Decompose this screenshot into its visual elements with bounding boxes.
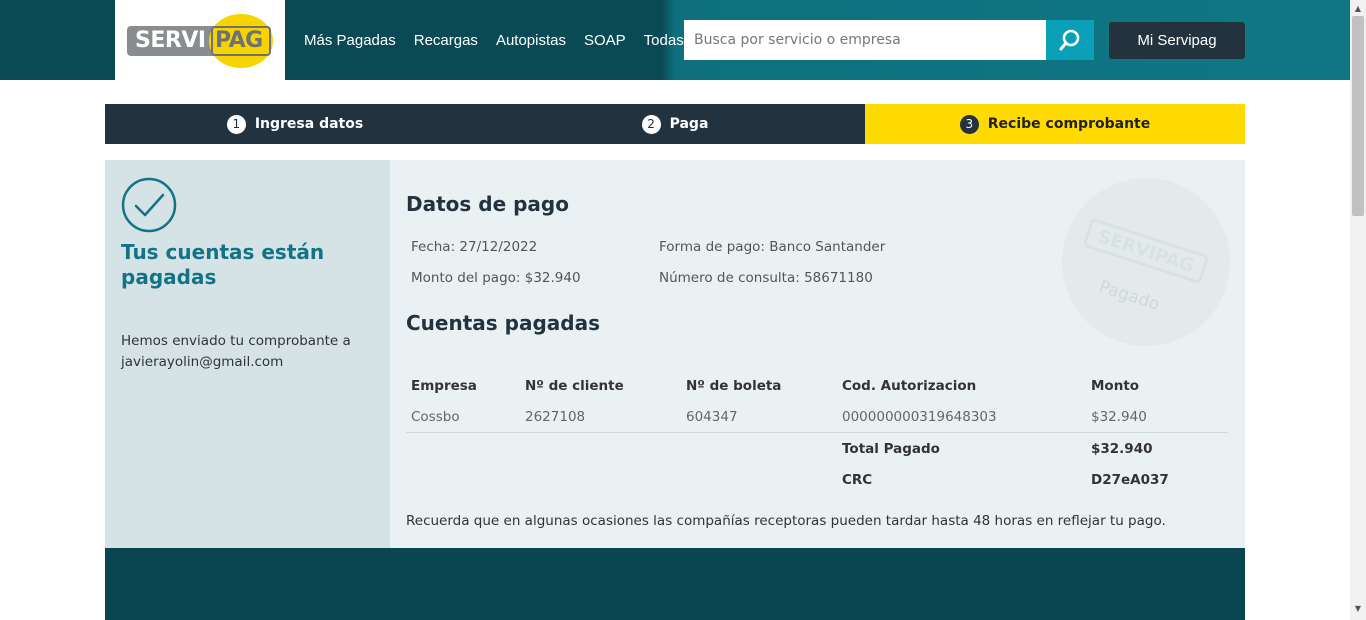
site-footer [105,548,1245,620]
scroll-up-arrow-icon[interactable]: ▲ [1350,0,1366,16]
nav-todas[interactable]: Todas [644,32,684,49]
sent-text: Hemos enviado tu comprobante a [121,333,351,349]
paid-accounts-title: Cuentas pagadas [406,311,600,335]
nav-recargas[interactable]: Recargas [414,32,478,49]
nav-soap[interactable]: SOAP [584,32,626,49]
nav-autopistas[interactable]: Autopistas [496,32,566,49]
cell-autorizacion: 000000000319648303 [842,409,997,425]
table-header-cliente: Nº de cliente [525,378,624,394]
logo-pag-text: PAG [215,28,263,53]
total-label: Total Pagado [842,441,940,457]
step-recibe-comprobante: 3 Recibe comprobante [865,104,1245,144]
stamp-text: Pagado [1096,276,1162,316]
cell-monto: $32.940 [1091,409,1147,425]
crc-label: CRC [842,472,873,488]
check-circle-icon [121,177,177,233]
step-label: Ingresa datos [254,116,364,132]
paid-title: Tus cuentas están pagadas [121,240,325,289]
logo-servi-text: SERVI [135,28,206,53]
step-number: 3 [959,114,979,134]
table-header-autorizacion: Cod. Autorizacion [842,378,977,394]
progress-steps: 1 Ingresa datos 2 Paga 3 Recibe comproba… [105,104,1245,144]
table-header-monto: Monto [1091,378,1140,394]
servipag-logo[interactable]: SERVI PAG [115,0,285,80]
site-header: SERVI PAG Más Pagadas Recargas Autopista… [0,0,1350,80]
table-header-empresa: Empresa [411,378,477,394]
payment-amount: Monto del pago: $32.940 [411,270,581,286]
search-input[interactable]: Busca por servicio o empresa [684,20,1046,60]
step-paga: 2 Paga [485,104,865,144]
total-value: $32.940 [1091,441,1153,457]
main-nav: Más Pagadas Recargas Autopistas SOAP Tod… [304,0,702,80]
step-label: Recibe comprobante [987,116,1151,132]
search-icon [1059,29,1080,51]
table-divider [406,432,1228,433]
table-header-boleta: Nº de boleta [686,378,782,394]
email-address: javierayolin@gmail.com [121,354,284,370]
stamp-logo: SERVIPAG [1082,217,1210,285]
search-button[interactable] [1046,20,1094,60]
paid-stamp: SERVIPAG Pagado [1062,178,1230,346]
scrollbar-thumb[interactable] [1352,16,1364,216]
receipt-panel: SERVIPAG Pagado Datos de pago Fecha: 27/… [390,160,1245,548]
step-ingresa-datos: 1 Ingresa datos [105,104,485,144]
cell-cliente: 2627108 [525,409,586,425]
crc-value: D27eA037 [1091,472,1169,488]
payment-method: Forma de pago: Banco Santander [659,239,886,255]
step-number: 1 [226,114,246,134]
payment-data-title: Datos de pago [406,192,569,216]
mi-servipag-button[interactable]: Mi Servipag [1109,22,1245,59]
cell-boleta: 604347 [686,409,738,425]
step-number: 2 [641,114,661,134]
step-label: Paga [669,116,709,132]
processing-note: Recuerda que en algunas ocasiones las co… [406,513,1166,529]
nav-mas-pagadas[interactable]: Más Pagadas [304,32,396,49]
query-number: Número de consulta: 58671180 [659,270,873,286]
sent-message: Hemos enviado tu comprobante a javierayo… [121,331,381,373]
confirmation-panel: Tus cuentas están pagadas Hemos enviado … [105,160,390,548]
payment-date: Fecha: 27/12/2022 [411,239,538,255]
cell-empresa: Cossbo [411,409,460,425]
scroll-down-arrow-icon[interactable]: ▼ [1350,600,1366,616]
